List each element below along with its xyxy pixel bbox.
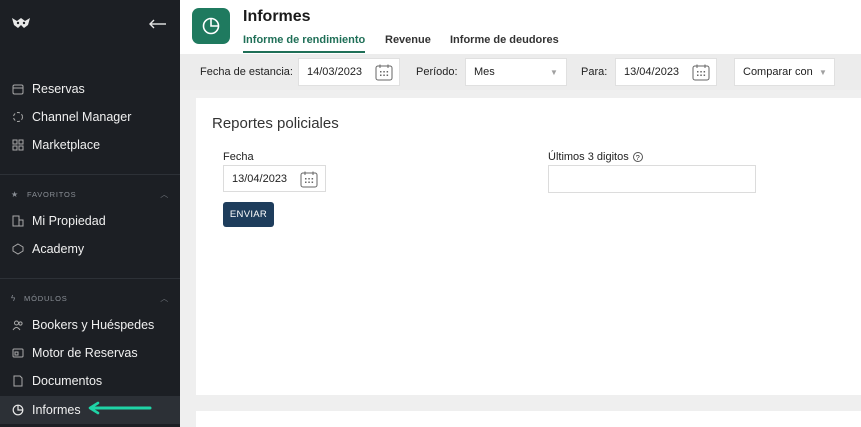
period-label: Período: bbox=[416, 66, 458, 78]
digits-field-label: Últimos 3 digitos? bbox=[548, 151, 643, 163]
last-digits-input[interactable] bbox=[548, 165, 756, 193]
sidebar-item-label: Mi Propiedad bbox=[32, 214, 106, 228]
period-select[interactable]: Mes ▼ bbox=[465, 58, 567, 86]
users-icon bbox=[11, 319, 24, 332]
to-date-input[interactable]: 13/04/2023 bbox=[615, 58, 717, 86]
help-icon[interactable]: ? bbox=[632, 152, 643, 163]
sidebar-item-reservas[interactable]: Reservas bbox=[0, 75, 180, 103]
compare-select[interactable]: Comparar con ▼ bbox=[734, 58, 835, 86]
sidebar-item-label: Channel Manager bbox=[32, 110, 132, 124]
report-icon bbox=[11, 404, 24, 417]
sidebar-item-mi-propiedad[interactable]: Mi Propiedad bbox=[0, 207, 180, 235]
chevron-up-icon[interactable]: ︿ bbox=[160, 293, 169, 304]
sidebar-item-label: Marketplace bbox=[32, 138, 101, 152]
tab-informe-rendimiento[interactable]: Informe de rendimiento bbox=[243, 34, 366, 53]
collapse-sidebar-icon[interactable] bbox=[149, 18, 167, 30]
stay-date-input[interactable]: 14/03/2023 bbox=[298, 58, 400, 86]
stay-date-label: Fecha de estancia: bbox=[200, 66, 293, 78]
sidebar: Reservas Channel Manager Marketplace ★ F… bbox=[0, 0, 180, 427]
favorites-section-header[interactable]: ★ FAVORITOS ︿ bbox=[11, 189, 169, 200]
chevron-up-icon[interactable]: ︿ bbox=[160, 189, 169, 200]
sidebar-item-academy[interactable]: Academy bbox=[0, 235, 180, 263]
date-field-label: Fecha bbox=[223, 151, 254, 163]
favorites-label: FAVORITOS bbox=[26, 190, 77, 199]
sidebar-item-label: Bookers y Huéspedes bbox=[32, 318, 155, 332]
to-date-label: Para: bbox=[581, 66, 608, 78]
star-icon: ★ bbox=[11, 190, 19, 199]
sidebar-item-marketplace[interactable]: Marketplace bbox=[0, 131, 180, 159]
calendar-icon[interactable] bbox=[692, 64, 710, 81]
logo-icon[interactable] bbox=[11, 16, 31, 30]
chevron-down-icon: ▼ bbox=[550, 68, 558, 77]
report-date-value: 13/04/2023 bbox=[232, 172, 288, 185]
stay-date-value: 14/03/2023 bbox=[307, 66, 363, 78]
digits-label-text: Últimos 3 digitos bbox=[548, 151, 629, 163]
chevron-down-icon: ▼ bbox=[819, 68, 827, 77]
compare-label: Comparar con bbox=[743, 66, 813, 78]
divider bbox=[0, 278, 180, 279]
page-title: Informes bbox=[243, 8, 311, 25]
reports-app-icon bbox=[192, 8, 230, 44]
property-icon bbox=[11, 215, 24, 228]
report-date-input[interactable]: 13/04/2023 bbox=[223, 165, 326, 192]
tab-revenue[interactable]: Revenue bbox=[385, 34, 431, 46]
lightning-icon: ϟ bbox=[11, 294, 17, 303]
divider bbox=[0, 174, 180, 175]
document-icon bbox=[11, 375, 24, 388]
filter-bar: Fecha de estancia: 14/03/2023 Período: M… bbox=[180, 54, 861, 90]
calendar-icon bbox=[11, 83, 24, 96]
calendar-icon[interactable] bbox=[300, 171, 318, 188]
sidebar-item-motor-reservas[interactable]: Motor de Reservas bbox=[0, 339, 180, 367]
sidebar-item-label: Informes bbox=[32, 403, 81, 417]
secondary-card bbox=[196, 411, 861, 427]
sidebar-item-label: Reservas bbox=[32, 82, 85, 96]
sidebar-item-bookers[interactable]: Bookers y Huéspedes bbox=[0, 311, 180, 339]
sidebar-item-label: Academy bbox=[32, 242, 85, 256]
to-date-value: 13/04/2023 bbox=[624, 66, 680, 78]
sidebar-item-documentos[interactable]: Documentos bbox=[0, 367, 180, 395]
academy-icon bbox=[11, 243, 24, 256]
card-title: Reportes policiales bbox=[212, 115, 339, 132]
send-button[interactable]: ENVIAR bbox=[223, 202, 274, 227]
engine-icon bbox=[11, 347, 24, 360]
channel-icon bbox=[11, 111, 24, 124]
calendar-icon[interactable] bbox=[375, 64, 393, 81]
modules-section-header[interactable]: ϟ MÓDULOS ︿ bbox=[11, 293, 169, 304]
page-header: Informes Informe de rendimiento Revenue … bbox=[180, 0, 861, 54]
period-value: Mes bbox=[474, 66, 495, 78]
sidebar-item-label: Motor de Reservas bbox=[32, 346, 138, 360]
grid-icon bbox=[11, 139, 24, 152]
police-report-card: Reportes policiales Fecha 13/04/2023 Últ… bbox=[196, 98, 861, 395]
tab-informe-deudores[interactable]: Informe de deudores bbox=[450, 34, 559, 46]
sidebar-item-channel-manager[interactable]: Channel Manager bbox=[0, 103, 180, 131]
sidebar-item-label: Documentos bbox=[32, 374, 103, 388]
pointer-arrow-icon bbox=[88, 401, 152, 415]
modules-label: MÓDULOS bbox=[24, 294, 68, 303]
